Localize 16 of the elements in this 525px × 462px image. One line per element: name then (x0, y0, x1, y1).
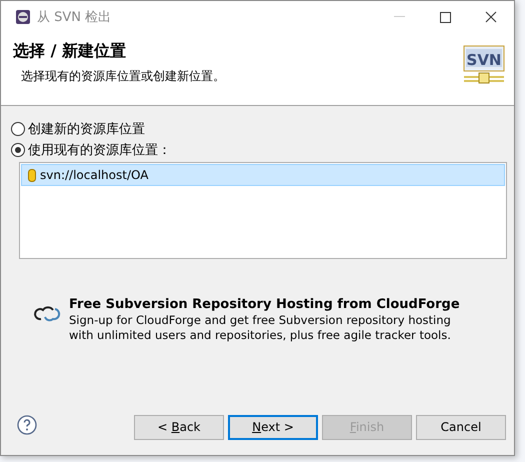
radio-option[interactable]: 使用现有的资源库位置： (11, 139, 504, 160)
promo-title: Free Subversion Repository Hosting from CloudForge (69, 297, 461, 312)
help-icon[interactable] (17, 415, 37, 435)
window-title: 从 SVN 检出 (37, 9, 112, 26)
app-icon (15, 9, 31, 25)
close-icon[interactable] (485, 11, 497, 23)
radio-option[interactable]: 创建新的资源库位置 (11, 118, 504, 139)
promo-text: Sign-up for CloudForge and get free Subversion repository hosting with unlimited users and repositories, plus free agile tracker tools. (69, 313, 452, 343)
dialog-button[interactable]: < Back (134, 414, 224, 440)
page-description: 选择现有的资源库位置或创建新位置。 (21, 68, 226, 85)
list-item[interactable]: svn://localhost/OA (21, 164, 505, 186)
dialog-button[interactable]: Next > (228, 414, 318, 440)
repository-icon (28, 168, 36, 182)
dialog-button[interactable]: Cancel (416, 414, 506, 440)
page-title: 选择 / 新建位置 (13, 41, 127, 62)
maximize-icon[interactable] (440, 12, 450, 22)
